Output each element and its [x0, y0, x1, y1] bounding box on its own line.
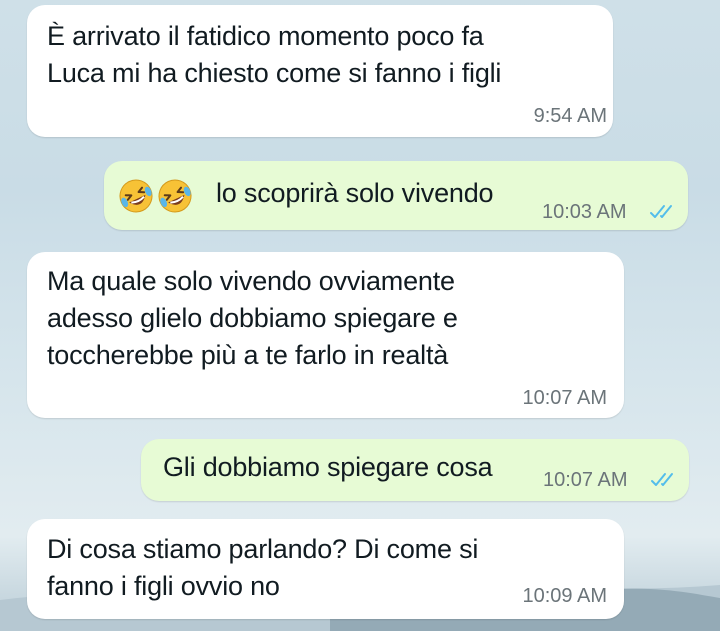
- read-double-check-icon: [650, 205, 672, 218]
- message-text: Ma quale solo vivendo ovviamente adesso …: [47, 266, 458, 370]
- chat-conversation: È arrivato il fatidico momento poco fa L…: [0, 0, 720, 631]
- message-bubble-incoming[interactable]: Ma quale solo vivendo ovviamente adesso …: [27, 252, 624, 418]
- message-text: È arrivato il fatidico momento poco fa L…: [47, 21, 502, 88]
- message-text: Gli dobbiamo spiegare cosa: [163, 452, 493, 482]
- read-double-check-icon: [651, 473, 673, 486]
- message-timestamp: 10:03 AM: [542, 201, 627, 223]
- message-text: Di cosa stiamo parlando? Di come si fann…: [47, 534, 479, 601]
- message-bubble-outgoing[interactable]: lo scoprirà solo vivendo 10:03 AM: [104, 161, 688, 230]
- message-bubble-incoming[interactable]: Di cosa stiamo parlando? Di come si fann…: [27, 519, 624, 619]
- rolling-on-floor-laughing-emoji-icon: [119, 179, 153, 213]
- message-timestamp: 10:07 AM: [543, 469, 628, 491]
- message-text: lo scoprirà solo vivendo: [216, 178, 494, 208]
- message-timestamp: 10:09 AM: [522, 585, 607, 607]
- message-bubble-incoming[interactable]: È arrivato il fatidico momento poco fa L…: [27, 5, 613, 137]
- rolling-on-floor-laughing-emoji-icon: [158, 179, 192, 213]
- message-timestamp: 9:54 AM: [533, 105, 607, 127]
- message-bubble-outgoing[interactable]: Gli dobbiamo spiegare cosa 10:07 AM: [141, 439, 689, 501]
- message-timestamp: 10:07 AM: [522, 387, 607, 409]
